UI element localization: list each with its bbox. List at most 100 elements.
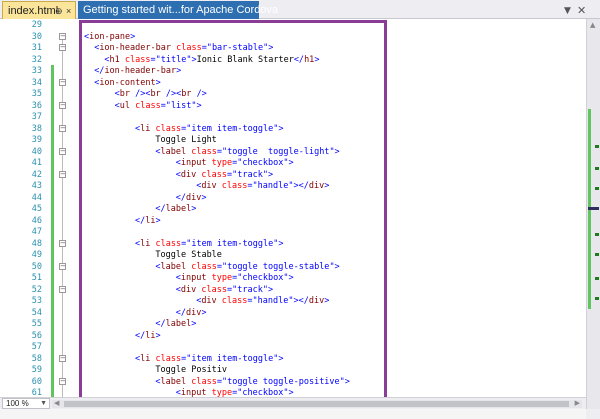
collapse-icon[interactable]: − (59, 124, 66, 132)
code-line[interactable]: <label class="toggle toggle-light"> (155, 146, 339, 158)
code-line[interactable]: <li class="item item-toggle"> (135, 123, 283, 135)
scroll-left-icon[interactable]: ◀ (54, 399, 59, 407)
line-number: 48 (31, 238, 42, 249)
line-number: 33 (31, 66, 42, 76)
line-number: 54 (31, 307, 42, 318)
line-number: 29 (31, 20, 42, 30)
code-line[interactable]: </div> (176, 192, 207, 204)
code-line[interactable]: <div class="track"> (176, 284, 273, 296)
code-line[interactable]: </label> (155, 318, 196, 330)
code-line[interactable]: <div class="handle"></div> (196, 295, 329, 307)
line-number: 51 (31, 273, 42, 283)
overview-marker (595, 233, 599, 236)
close-icon[interactable]: ✕ (577, 2, 586, 20)
tab-getting-started[interactable]: Getting started wit...for Apache Cordova (78, 1, 278, 19)
line-number: 47 (31, 227, 42, 237)
code-line[interactable]: </li> (135, 330, 161, 342)
line-number: 44 (31, 192, 42, 203)
code-line[interactable]: <label class="toggle toggle-stable"> (155, 261, 339, 273)
line-number: 57 (31, 342, 42, 352)
overview-marker (595, 277, 599, 280)
vertical-scrollbar[interactable]: ▲ (586, 19, 600, 409)
line-number: 61 (31, 388, 42, 397)
collapse-icon[interactable]: − (59, 78, 66, 86)
line-number: 37 (31, 112, 42, 122)
line-number: 50 (31, 261, 42, 272)
collapse-icon[interactable]: − (59, 239, 66, 247)
code-line[interactable]: </ion-header-bar> (94, 65, 181, 77)
scroll-up-icon[interactable]: ▲ (590, 21, 595, 29)
close-icon[interactable]: × (66, 2, 71, 20)
line-number: 45 (31, 204, 42, 214)
tab-label: index.html (8, 5, 59, 17)
line-number: 43 (31, 181, 42, 191)
line-number: 49 (31, 250, 42, 260)
tab-strip: index.html ⊕ × Getting started wit...for… (0, 0, 600, 19)
code-text[interactable]: <ion-pane> <ion-header-bar class="bar-sta… (84, 19, 384, 398)
overview-marker (595, 253, 599, 256)
editor-bottom-bar: 100 % ▼ ◀ ▶ (0, 397, 586, 409)
code-line[interactable]: <ion-header-bar class="bar-stable"> (94, 42, 273, 54)
tab-label: Getting started wit...for Apache Cordova (83, 4, 279, 16)
horizontal-scrollbar[interactable]: ◀ ▶ (52, 399, 582, 408)
chevron-down-icon[interactable]: ▼ (564, 2, 571, 20)
collapse-icon[interactable]: − (59, 44, 66, 51)
change-indicator-bar (51, 65, 54, 397)
code-line[interactable]: <li class="item item-toggle"> (135, 353, 283, 365)
code-line[interactable]: Toggle Light (155, 134, 216, 146)
overview-marker (595, 145, 599, 148)
code-line[interactable]: Toggle Positiv (155, 364, 227, 376)
collapse-icon[interactable]: − (59, 262, 66, 270)
zoom-value: 100 % (6, 399, 29, 408)
code-line[interactable]: <br /><br /><br /> (115, 88, 207, 100)
code-line[interactable]: </li> (135, 215, 161, 227)
code-editor[interactable]: 29 30 31 32 33 34 35 36 37 38 39 40 41 42 43 44 45 46 47 48… (0, 19, 586, 397)
code-line[interactable]: Toggle Stable (155, 249, 222, 261)
collapse-icon[interactable]: − (59, 354, 66, 362)
zoom-dropdown[interactable]: 100 % ▼ (2, 398, 50, 409)
line-number-gutter: 29 30 31 32 33 34 35 36 37 38 39 40 41 42 43 44 45 46 47 48… (0, 19, 48, 397)
collapse-icon[interactable]: − (59, 32, 66, 40)
code-line[interactable]: <ion-pane> (84, 31, 135, 43)
scroll-corner (586, 409, 600, 419)
code-line[interactable]: <label class="toggle toggle-positive"> (155, 376, 350, 388)
scroll-thumb[interactable] (64, 401, 569, 407)
code-line[interactable]: <div class="track"> (176, 169, 273, 181)
line-number: 38 (31, 123, 42, 134)
collapse-icon[interactable]: − (59, 101, 66, 109)
scroll-right-icon[interactable]: ▶ (575, 399, 580, 407)
code-line[interactable]: <input type="checkbox"> (176, 272, 294, 284)
line-number: 41 (31, 158, 42, 168)
code-line[interactable]: <input type="checkbox"> (176, 387, 294, 397)
line-number: 56 (31, 330, 42, 341)
code-line[interactable]: <ul class="list"> (115, 100, 202, 112)
code-line[interactable]: <div class="handle"></div> (196, 180, 329, 192)
line-number: 32 (31, 54, 42, 65)
line-number: 59 (31, 365, 42, 375)
code-line[interactable]: </label> (155, 203, 196, 215)
line-number: 53 (31, 296, 42, 306)
scroll-thumb[interactable] (588, 207, 599, 210)
collapse-icon[interactable]: − (59, 285, 66, 293)
chevron-down-icon[interactable]: ▼ (40, 399, 47, 408)
line-number: 30 (31, 31, 42, 42)
tab-index-html[interactable]: index.html ⊕ × (2, 1, 76, 19)
collapse-icon[interactable]: − (59, 147, 66, 155)
line-number: 52 (31, 284, 42, 295)
outlining-margin: −−−−−−−−−−−−− (56, 19, 70, 397)
collapse-icon[interactable]: − (59, 377, 66, 385)
collapse-icon[interactable]: − (59, 170, 66, 178)
line-number: 31 (31, 43, 42, 53)
line-number: 55 (31, 319, 42, 329)
line-number: 40 (31, 146, 42, 157)
pin-icon[interactable]: ⊕ (55, 2, 63, 20)
code-line[interactable]: <h1 class="title">Ionic Blank Starter</h… (104, 54, 319, 66)
overview-marker (595, 187, 599, 190)
line-number: 36 (31, 100, 42, 111)
overview-marker (595, 297, 599, 300)
line-number: 34 (31, 77, 42, 88)
code-line[interactable]: </div> (176, 307, 207, 319)
code-line[interactable]: <li class="item item-toggle"> (135, 238, 283, 250)
code-line[interactable]: <ion-content> (94, 77, 161, 89)
code-line[interactable]: <input type="checkbox"> (176, 157, 294, 169)
